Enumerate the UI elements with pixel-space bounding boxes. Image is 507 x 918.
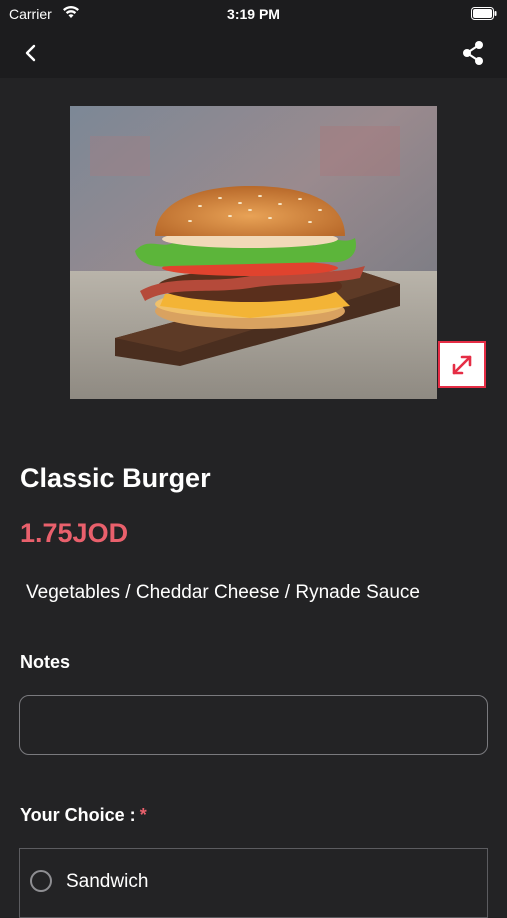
product-description: Vegetables / Cheddar Cheese / Rynade Sau…: [26, 582, 420, 603]
expand-image-button[interactable]: [438, 341, 486, 388]
notes-label: Notes: [20, 652, 71, 672]
chevron-left-icon: [25, 44, 36, 62]
expand-icon: [452, 355, 472, 374]
required-mark: *: [139, 805, 147, 825]
radio-button[interactable]: [30, 870, 52, 892]
choice-option-label: Sandwich: [66, 871, 149, 892]
product-image[interactable]: [70, 106, 437, 399]
choice-options-list: Sandwich: [19, 848, 488, 918]
status-time: 3:19 PM: [227, 6, 280, 22]
share-icon: [463, 41, 483, 65]
status-bar: Carrier 3:19 PM: [0, 0, 507, 28]
product-price: 1.75JOD: [20, 518, 129, 548]
choice-label-text: Your Choice :: [20, 805, 136, 825]
back-button[interactable]: [18, 40, 44, 66]
nav-bar: [0, 28, 507, 78]
notes-input[interactable]: [19, 695, 488, 755]
battery-icon: [471, 7, 497, 20]
choice-option-sandwich[interactable]: Sandwich: [20, 849, 487, 915]
share-button[interactable]: [459, 39, 487, 67]
burger-photo: [70, 106, 437, 399]
product-name: Classic Burger: [20, 463, 211, 493]
choice-label: Your Choice : *: [20, 805, 147, 826]
